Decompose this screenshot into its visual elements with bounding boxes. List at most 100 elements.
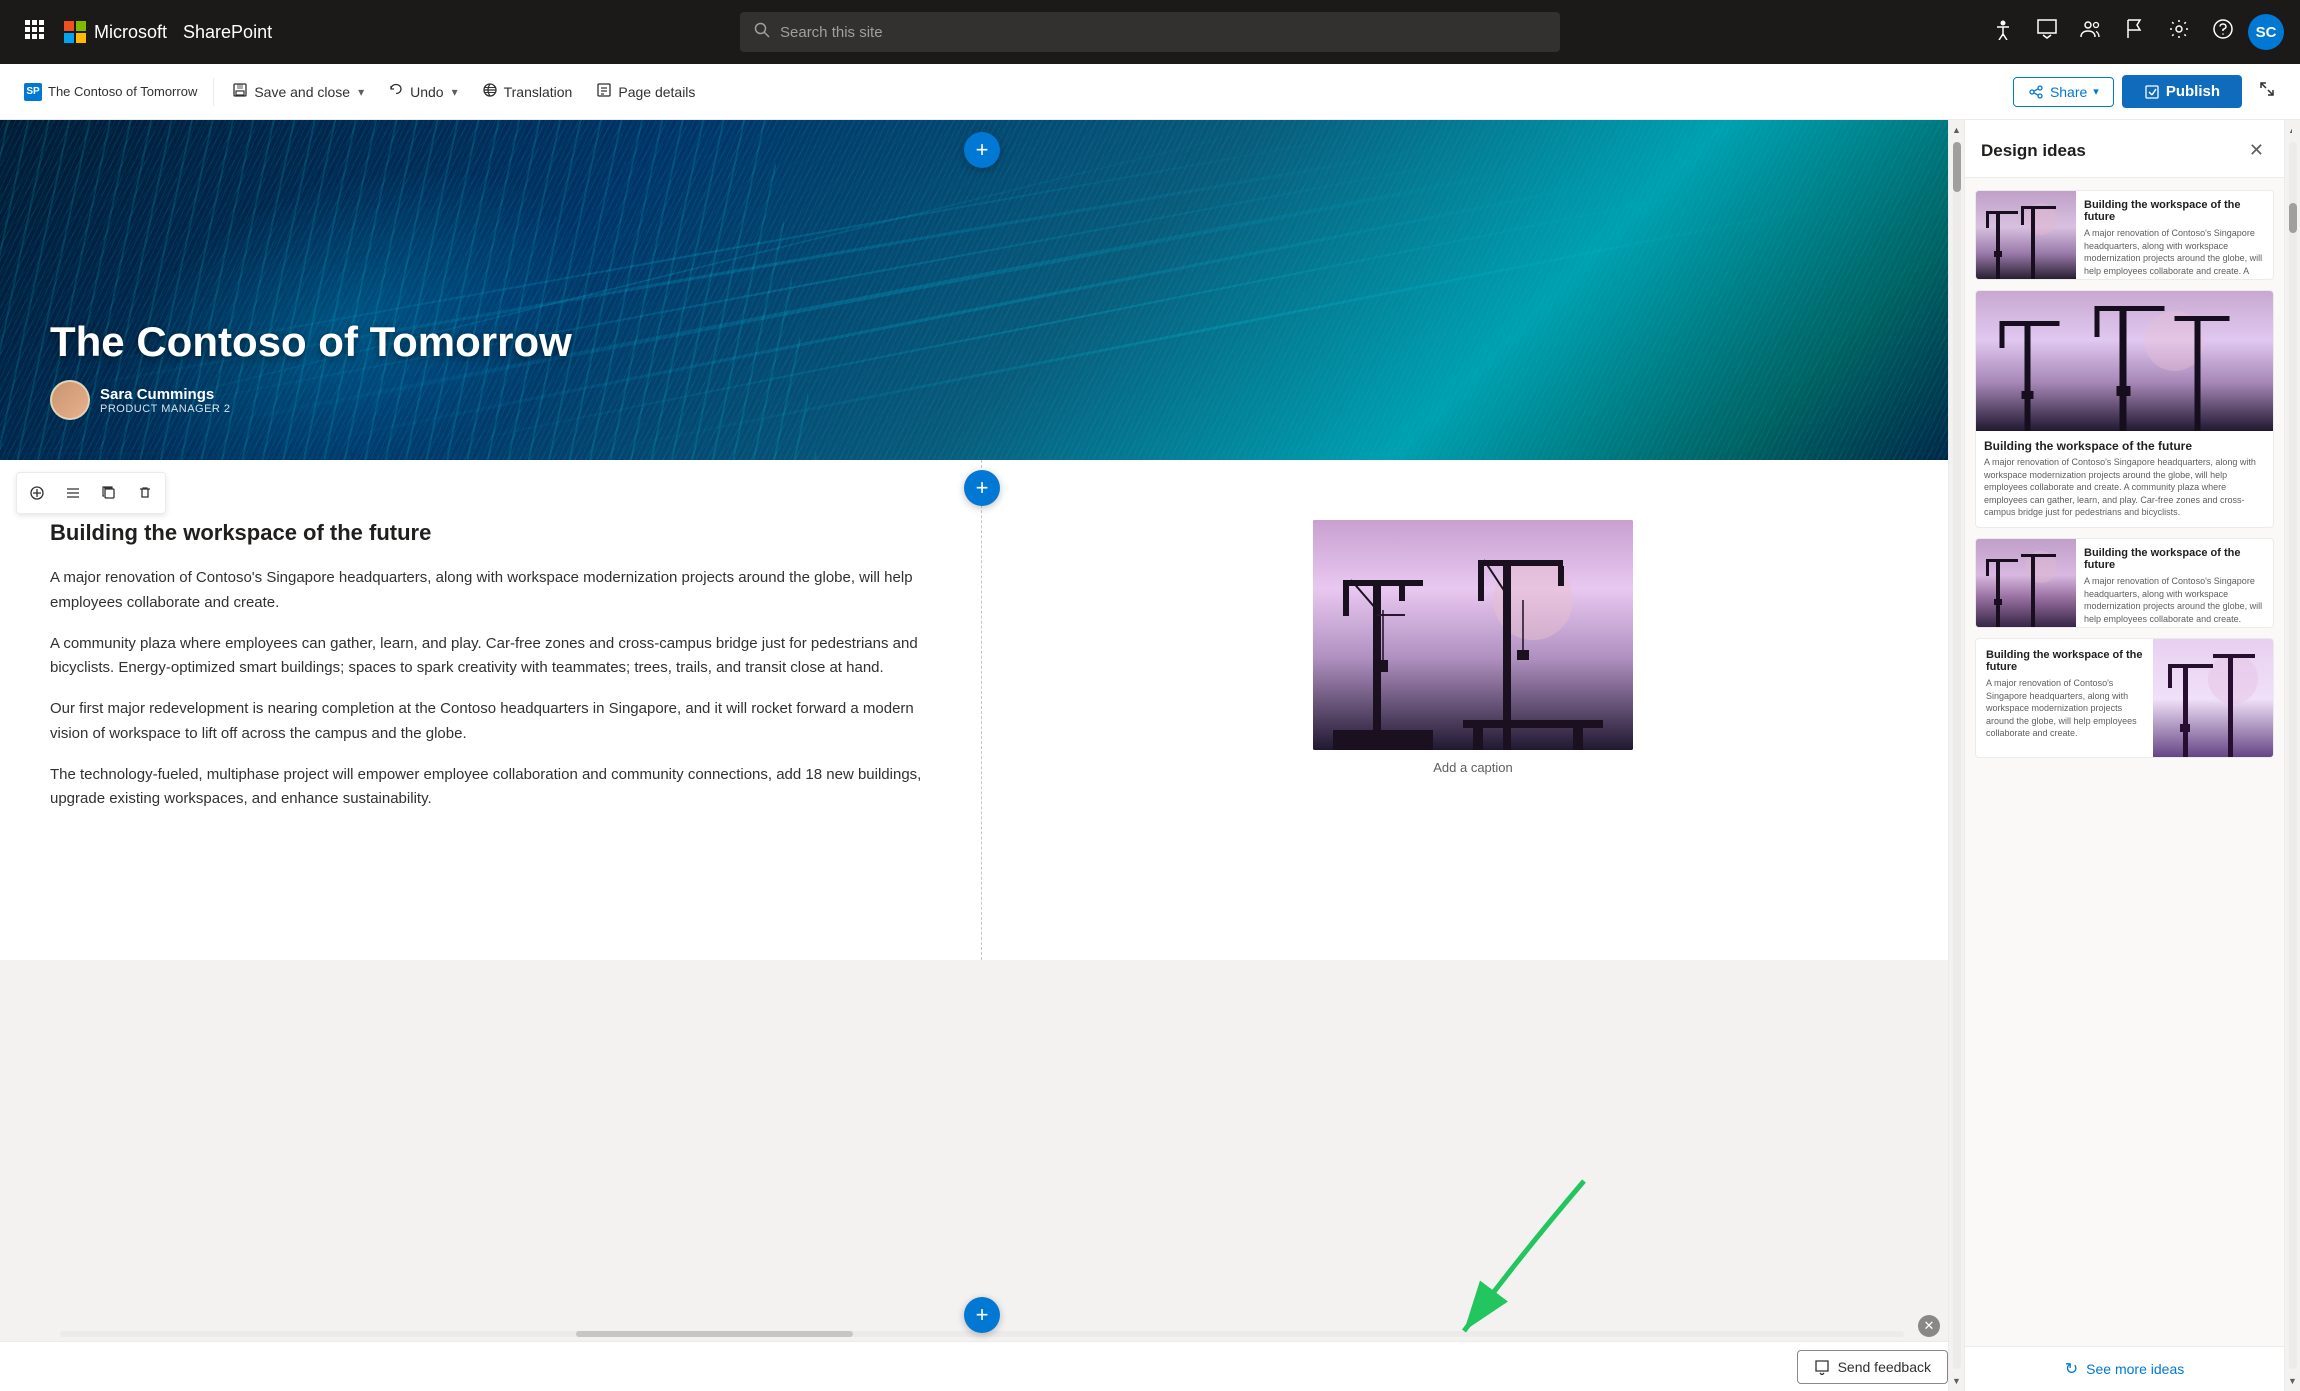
sharepoint-text: SharePoint xyxy=(183,22,272,43)
section-copy-button[interactable] xyxy=(93,477,125,509)
waffle-button[interactable] xyxy=(16,11,52,53)
design-idea-card-3[interactable]: Building the workspace of the future A m… xyxy=(1975,538,2274,628)
page-details-button[interactable]: Page details xyxy=(586,76,705,107)
share-button[interactable]: Share ▾ xyxy=(2013,77,2114,107)
design-ideas-list: Building the workspace of the future A m… xyxy=(1965,178,2284,1346)
v-scroll-track[interactable] xyxy=(1953,142,1961,1369)
editor-v-scrollbar: ▲ ▼ xyxy=(1948,120,1964,1391)
content-para2: A community plaza where employees can ga… xyxy=(50,632,941,682)
microsoft-text: Microsoft xyxy=(94,22,167,43)
content-two-col: Building the workspace of the future A m… xyxy=(0,460,1964,960)
hero-author-info: Sara Cummings PRODUCT MANAGER 2 xyxy=(100,386,231,415)
right-scroll-down[interactable]: ▼ xyxy=(2285,1371,2300,1391)
save-close-button[interactable]: Save and close ▾ xyxy=(222,76,374,107)
card3-crane xyxy=(1976,539,2076,628)
content-section: Building the workspace of the future A m… xyxy=(0,460,1964,960)
card2-text: Building the workspace of the future A m… xyxy=(1976,431,2273,527)
design-panel-close-button[interactable]: ✕ xyxy=(2245,136,2268,165)
microsoft-logo[interactable]: Microsoft xyxy=(64,21,167,43)
accessibility-button[interactable] xyxy=(1984,10,2022,54)
image-caption[interactable]: Add a caption xyxy=(1433,760,1513,775)
undo-dropdown-icon[interactable]: ▾ xyxy=(452,85,458,99)
card3-body: A major renovation of Contoso's Singapor… xyxy=(2084,575,2265,625)
undo-button[interactable]: Undo ▾ xyxy=(378,76,468,107)
undo-label: Undo xyxy=(410,84,443,100)
flag-button[interactable] xyxy=(2116,10,2154,54)
content-para4: The technology-fueled, multiphase projec… xyxy=(50,763,941,813)
right-scroll-thumb[interactable] xyxy=(2289,203,2297,233)
see-more-button[interactable]: ↻ See more ideas xyxy=(2065,1359,2184,1379)
publish-label: Publish xyxy=(2166,83,2220,100)
design-idea-card-1[interactable]: Building the workspace of the future A m… xyxy=(1975,190,2274,280)
card3-title: Building the workspace of the future xyxy=(2084,547,2265,571)
hero-author-role: PRODUCT MANAGER 2 xyxy=(100,403,231,415)
section-toolbar xyxy=(16,472,166,514)
card1-body: A major renovation of Contoso's Singapor… xyxy=(2084,227,2265,280)
design-panel-header: Design ideas ✕ xyxy=(1965,120,2284,178)
card4-text: Building the workspace of the future A m… xyxy=(1976,639,2153,758)
people-button[interactable] xyxy=(2072,10,2110,54)
page-title-tag: SP The Contoso of Tomorrow xyxy=(16,79,205,105)
card2-body: A major renovation of Contoso's Singapor… xyxy=(1984,456,2265,519)
add-section-top-button[interactable]: + xyxy=(964,132,1000,168)
card4-image xyxy=(2153,639,2273,758)
collapse-button[interactable] xyxy=(2250,74,2284,109)
translation-button[interactable]: Translation xyxy=(472,76,583,107)
help-button[interactable] xyxy=(2204,10,2242,54)
scroll-close-button[interactable]: ✕ xyxy=(1918,1315,1940,1337)
card1-text: Building the workspace of the future A m… xyxy=(2076,191,2273,280)
card1-image xyxy=(1976,191,2076,280)
feedback-nav-button[interactable] xyxy=(2028,10,2066,54)
search-placeholder: Search this site xyxy=(780,24,883,41)
card3-text: Building the workspace of the future A m… xyxy=(2076,539,2273,628)
design-idea-card-2[interactable]: Building the workspace of the future A m… xyxy=(1975,290,2274,528)
search-bar[interactable]: Search this site xyxy=(740,12,1560,52)
right-scroll-track[interactable] xyxy=(2289,142,2297,1369)
hero-banner: The Contoso of Tomorrow Sara Cummings PR… xyxy=(0,120,1964,460)
toolbar-right: Share ▾ Publish xyxy=(2013,74,2284,109)
save-icon xyxy=(232,82,248,101)
nav-right-actions: SC xyxy=(1984,10,2284,54)
share-dropdown[interactable]: ▾ xyxy=(2093,85,2099,98)
card1-title: Building the workspace of the future xyxy=(2084,199,2265,223)
page-title: The Contoso of Tomorrow xyxy=(48,84,197,99)
add-section-bottom-button[interactable]: + xyxy=(964,1297,1000,1333)
card4-body: A major renovation of Contoso's Singapor… xyxy=(1986,677,2143,740)
top-nav: Microsoft SharePoint Search this site xyxy=(0,0,2300,120)
share-label: Share xyxy=(2050,84,2087,100)
section-delete-button[interactable] xyxy=(129,477,161,509)
see-more-label: See more ideas xyxy=(2086,1361,2184,1377)
design-idea-card-4[interactable]: Building the workspace of the future A m… xyxy=(1975,638,2274,758)
card4-title: Building the workspace of the future xyxy=(1986,649,2143,673)
h-scroll-thumb[interactable] xyxy=(576,1331,853,1337)
section-move-button[interactable] xyxy=(21,477,53,509)
crane-illustration xyxy=(1313,520,1633,750)
green-arrow-annotation xyxy=(1404,1171,1624,1351)
publish-button[interactable]: Publish xyxy=(2122,75,2242,108)
content-right: Add a caption xyxy=(982,460,1964,960)
avatar[interactable]: SC xyxy=(2248,14,2284,50)
v-scroll-thumb[interactable] xyxy=(1953,142,1961,192)
translation-label: Translation xyxy=(504,84,573,100)
v-scroll-up[interactable]: ▲ xyxy=(1949,120,1964,140)
card1-crane xyxy=(1976,191,2076,280)
content-left: Building the workspace of the future A m… xyxy=(0,460,982,960)
search-icon xyxy=(754,22,770,43)
hero-avatar-img xyxy=(52,382,88,418)
main-area: + xyxy=(0,120,2300,1391)
design-panel: Design ideas ✕ xyxy=(1964,120,2284,1391)
page-details-label: Page details xyxy=(618,84,695,100)
save-dropdown-icon[interactable]: ▾ xyxy=(358,85,364,99)
v-scroll-down[interactable]: ▼ xyxy=(1949,1371,1964,1391)
page-details-icon xyxy=(596,82,612,101)
design-panel-footer: ↻ See more ideas xyxy=(1965,1346,2284,1391)
hero-author-name: Sara Cummings xyxy=(100,386,231,403)
section-settings-button[interactable] xyxy=(57,477,89,509)
article-image xyxy=(1313,520,1633,750)
save-close-label: Save and close xyxy=(254,84,350,100)
send-feedback-button[interactable]: Send feedback xyxy=(1797,1350,1948,1384)
design-panel-title: Design ideas xyxy=(1981,141,2086,161)
add-section-mid-button[interactable]: + xyxy=(964,470,1000,506)
settings-nav-button[interactable] xyxy=(2160,10,2198,54)
card2-title: Building the workspace of the future xyxy=(1984,439,2265,453)
